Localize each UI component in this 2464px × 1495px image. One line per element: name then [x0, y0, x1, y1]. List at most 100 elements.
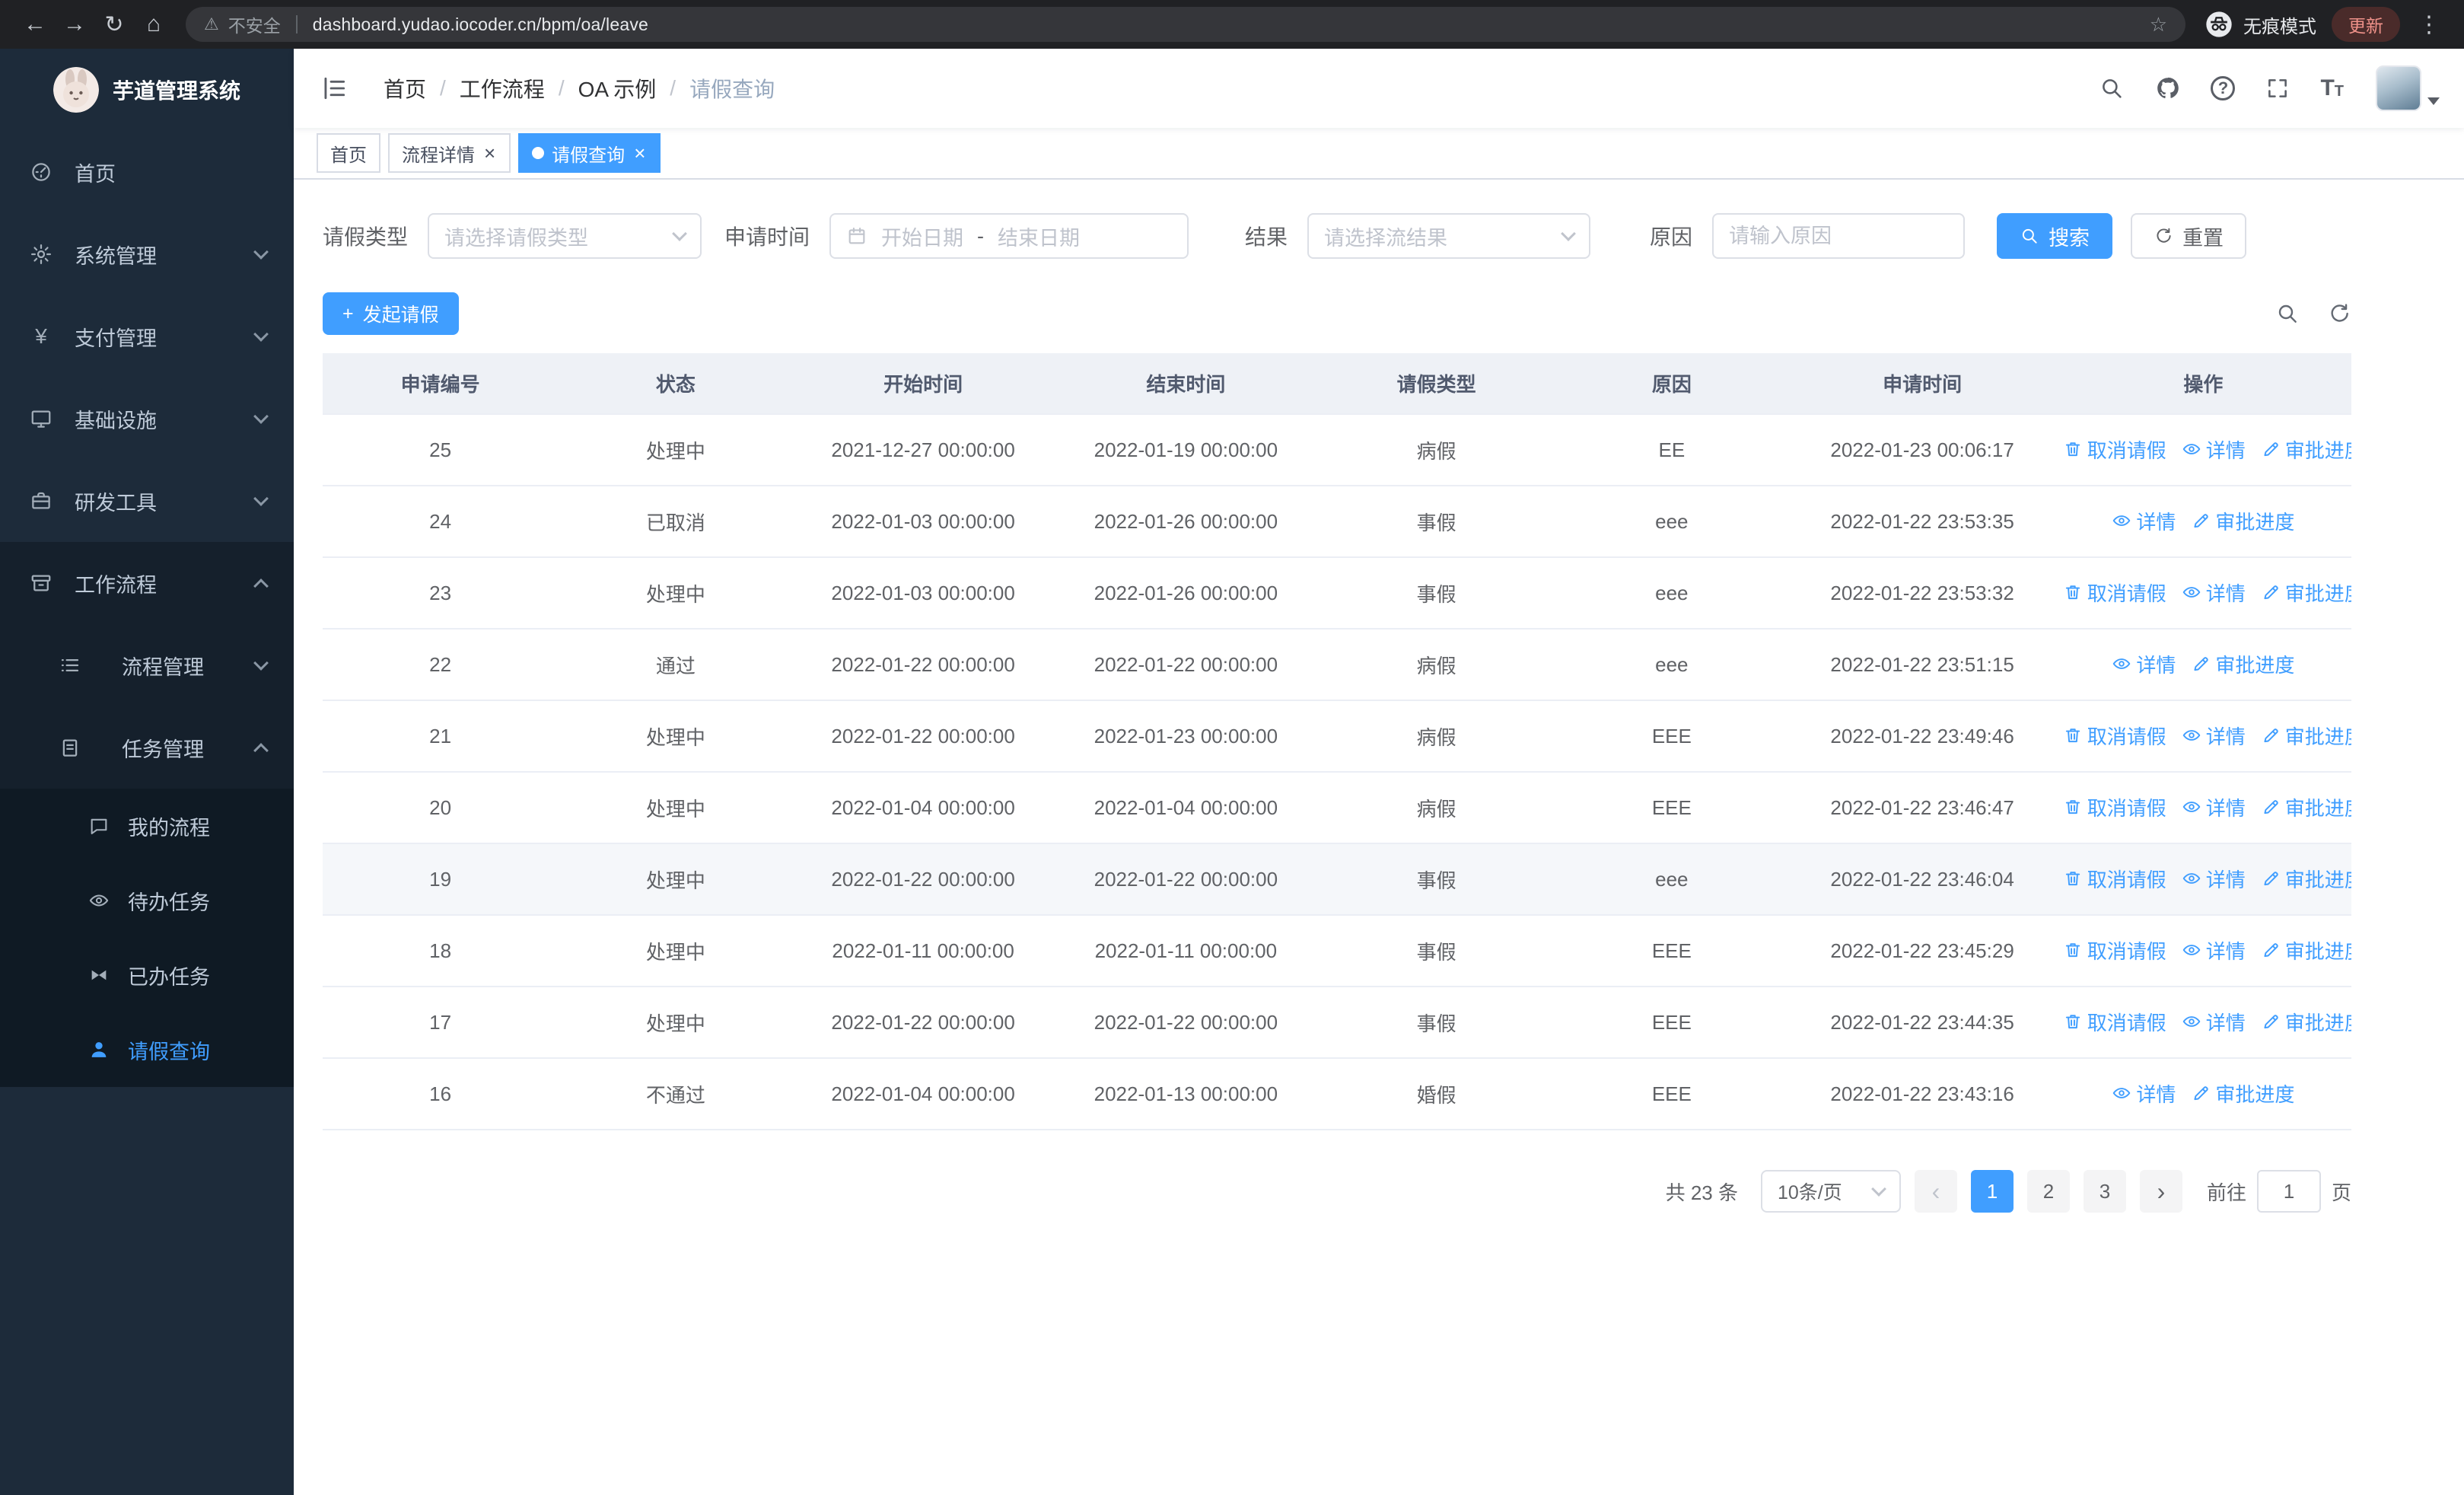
approval-progress-link[interactable]: 审批进度 — [2191, 507, 2294, 535]
edit-icon — [2191, 1083, 2211, 1103]
apply-time-range-picker[interactable]: 开始日期 - 结束日期 — [829, 213, 1189, 259]
cancel-leave-link[interactable]: 取消请假 — [2063, 936, 2166, 964]
address-bar[interactable]: ⚠ 不安全 dashboard.yudao.iocoder.cn/bpm/oa/… — [186, 7, 2185, 42]
security-label[interactable]: 不安全 — [228, 11, 281, 37]
user-menu[interactable] — [2376, 65, 2440, 111]
sidebar-item-payment-mgmt[interactable]: ¥ 支付管理 — [0, 295, 294, 378]
cancel-leave-link[interactable]: 取消请假 — [2063, 1008, 2166, 1036]
url-text: dashboard.yudao.iocoder.cn/bpm/oa/leave — [312, 14, 649, 34]
breadcrumb: 首页 / 工作流程 / OA 示例 / 请假查询 — [384, 73, 775, 104]
avatar[interactable] — [2376, 65, 2421, 111]
delete-icon — [2063, 1012, 2083, 1031]
page-button-3[interactable]: 3 — [2083, 1170, 2126, 1213]
browser-forward-button[interactable]: → — [55, 5, 94, 44]
col-reason: 原因 — [1554, 353, 1790, 415]
cancel-leave-link[interactable]: 取消请假 — [2063, 722, 2166, 750]
app-logo[interactable]: 芋道管理系统 — [0, 49, 294, 131]
sidebar-item-label: 我的流程 — [128, 816, 210, 840]
sidebar-item-done-tasks[interactable]: 已办任务 — [0, 938, 294, 1012]
detail-link[interactable]: 详情 — [2182, 865, 2246, 893]
tab-home[interactable]: 首页 — [317, 133, 380, 173]
sidebar-item-task-mgmt[interactable]: 任务管理 — [0, 706, 294, 789]
page-content: 请假类型 请选择请假类型 申请时间 开始日期 - 结束日期 结果 请选择流结果 … — [294, 180, 2464, 1495]
page-button-2[interactable]: 2 — [2026, 1170, 2070, 1213]
sidebar-item-system-mgmt[interactable]: 系统管理 — [0, 213, 294, 295]
approval-progress-link[interactable]: 审批进度 — [2261, 793, 2351, 821]
prev-page-button[interactable]: ‹ — [1914, 1170, 1957, 1213]
security-warning-icon: ⚠ — [204, 14, 219, 33]
approval-progress-link[interactable]: 审批进度 — [2191, 1079, 2294, 1108]
edit-icon — [2261, 1012, 2281, 1031]
cancel-leave-link[interactable]: 取消请假 — [2063, 793, 2166, 821]
divider — [295, 15, 298, 33]
gear-icon — [29, 242, 53, 266]
detail-link[interactable]: 详情 — [2182, 579, 2246, 607]
sidebar-item-home[interactable]: 首页 — [0, 131, 294, 213]
close-icon[interactable]: × — [482, 143, 497, 163]
approval-progress-link[interactable]: 审批进度 — [2261, 579, 2351, 607]
approval-progress-link[interactable]: 审批进度 — [2261, 865, 2351, 893]
browser-update-button[interactable]: 更新 — [2332, 7, 2400, 42]
detail-link[interactable]: 详情 — [2112, 507, 2176, 535]
fullscreen-icon[interactable] — [2264, 75, 2291, 102]
result-select[interactable]: 请选择流结果 — [1307, 213, 1591, 259]
breadcrumb-oa-example[interactable]: OA 示例 — [578, 73, 657, 104]
approval-progress-link[interactable]: 审批进度 — [2261, 936, 2351, 964]
help-icon[interactable]: ? — [2211, 76, 2236, 100]
sidebar-item-workflow[interactable]: 工作流程 — [0, 542, 294, 624]
browser-menu-button[interactable]: ⋮ — [2409, 5, 2449, 44]
cancel-leave-link[interactable]: 取消请假 — [2063, 865, 2166, 893]
font-size-icon[interactable]: TT — [2320, 77, 2344, 100]
sidebar-item-my-process[interactable]: 我的流程 — [0, 789, 294, 863]
sidebar-toggle-button[interactable] — [320, 73, 350, 104]
edit-icon — [2261, 797, 2281, 817]
edit-icon — [2191, 511, 2211, 531]
col-status: 状态 — [558, 353, 794, 415]
tab-process-detail[interactable]: 流程详情 × — [388, 133, 511, 173]
github-icon[interactable] — [2154, 75, 2182, 102]
toggle-search-icon[interactable] — [2275, 301, 2300, 326]
detail-link[interactable]: 详情 — [2182, 793, 2246, 821]
approval-progress-link[interactable]: 审批进度 — [2261, 435, 2351, 464]
sidebar-item-leave-query[interactable]: 请假查询 — [0, 1012, 294, 1087]
browser-home-button[interactable]: ⌂ — [134, 5, 173, 44]
delete-icon — [2063, 582, 2083, 602]
approval-progress-link[interactable]: 审批进度 — [2261, 722, 2351, 750]
approval-progress-link[interactable]: 审批进度 — [2261, 1008, 2351, 1036]
search-button[interactable]: 搜索 — [1997, 213, 2113, 259]
table-row: 18 处理中 2022-01-11 00:00:00 2022-01-11 00:0… — [323, 915, 2351, 987]
logo-avatar-image — [53, 67, 99, 113]
breadcrumb-workflow[interactable]: 工作流程 — [460, 73, 545, 104]
tab-leave-query[interactable]: 请假查询 × — [518, 133, 661, 173]
reason-input[interactable] — [1712, 213, 1966, 259]
cancel-leave-link[interactable]: 取消请假 — [2063, 435, 2166, 464]
sidebar-item-infrastructure[interactable]: 基础设施 — [0, 378, 294, 460]
next-page-button[interactable]: › — [2139, 1170, 2182, 1213]
approval-progress-link[interactable]: 审批进度 — [2191, 650, 2294, 678]
page-button-1[interactable]: 1 — [1970, 1170, 2014, 1213]
close-icon[interactable]: × — [632, 143, 647, 163]
browser-reload-button[interactable]: ↻ — [94, 5, 134, 44]
detail-link[interactable]: 详情 — [2182, 936, 2246, 964]
goto-page-input[interactable] — [2256, 1170, 2321, 1213]
sidebar-item-dev-tools[interactable]: 研发工具 — [0, 460, 294, 542]
detail-link[interactable]: 详情 — [2112, 650, 2176, 678]
detail-link[interactable]: 详情 — [2182, 435, 2246, 464]
browser-back-button[interactable]: ← — [15, 5, 55, 44]
bookmark-star-icon[interactable]: ☆ — [2150, 13, 2167, 37]
sidebar-item-todo-tasks[interactable]: 待办任务 — [0, 863, 294, 938]
breadcrumb-home[interactable]: 首页 — [384, 73, 426, 104]
table-toolbar: + 发起请假 — [323, 292, 2351, 335]
create-leave-button[interactable]: + 发起请假 — [323, 292, 459, 335]
detail-link[interactable]: 详情 — [2182, 722, 2246, 750]
sidebar-item-process-mgmt[interactable]: 流程管理 — [0, 624, 294, 706]
refresh-icon[interactable] — [2327, 301, 2351, 326]
cancel-leave-link[interactable]: 取消请假 — [2063, 579, 2166, 607]
active-dot — [532, 147, 545, 159]
page-size-select[interactable]: 10条/页 — [1760, 1170, 1901, 1213]
detail-link[interactable]: 详情 — [2112, 1079, 2176, 1108]
reset-button[interactable]: 重置 — [2131, 213, 2247, 259]
search-icon[interactable] — [2098, 75, 2125, 102]
detail-link[interactable]: 详情 — [2182, 1008, 2246, 1036]
leave-type-select[interactable]: 请选择请假类型 — [428, 213, 702, 259]
